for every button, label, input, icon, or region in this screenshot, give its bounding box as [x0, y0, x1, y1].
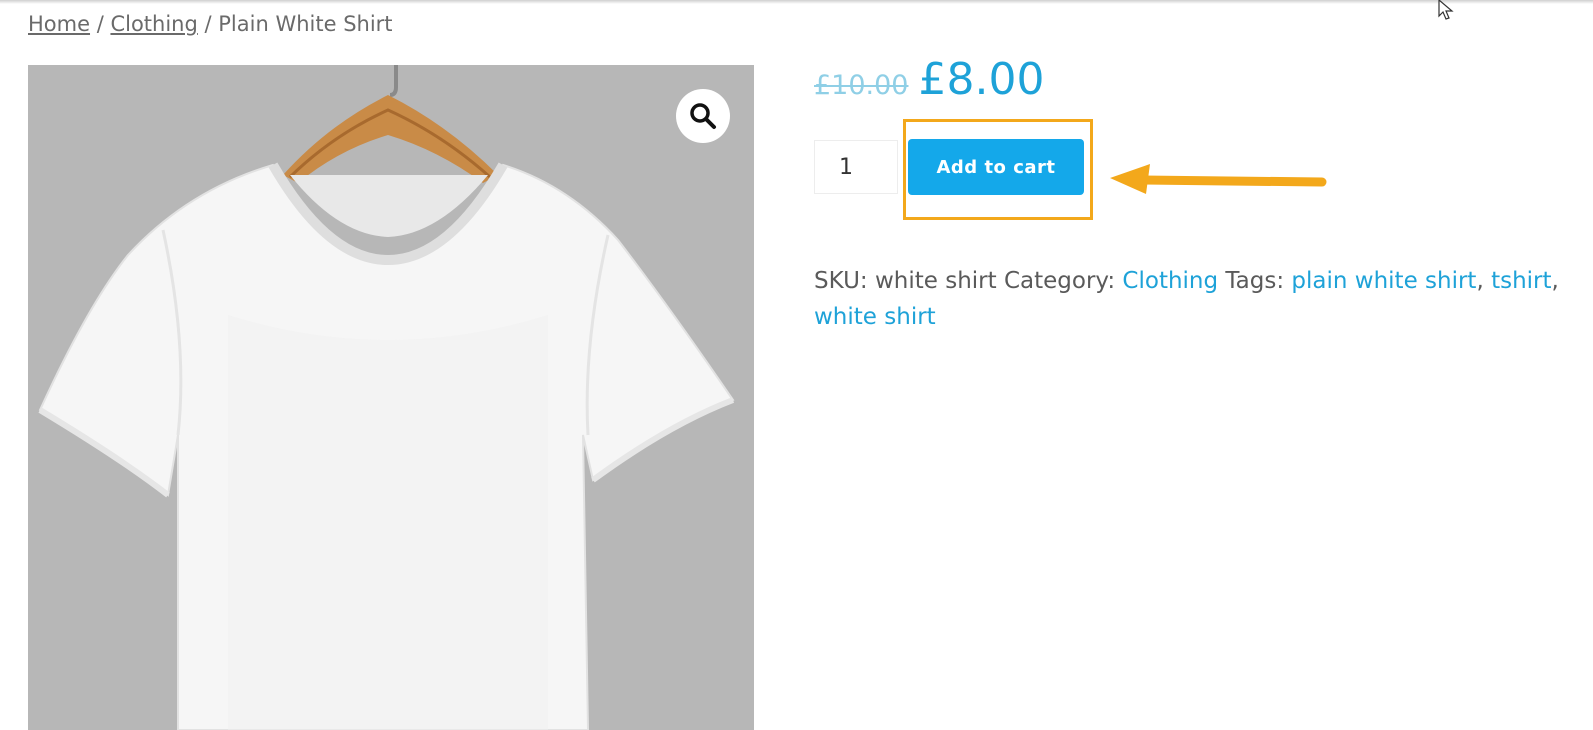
breadcrumb-separator: /: [90, 12, 111, 36]
zoom-button[interactable]: [676, 89, 730, 143]
tshirt-illustration: [28, 65, 754, 730]
add-to-cart-button[interactable]: Add to cart: [908, 139, 1084, 195]
price: £10.00 £8.00: [814, 54, 1044, 105]
sale-price: £8.00: [918, 54, 1045, 105]
original-price: £10.00: [814, 70, 909, 101]
tag-link[interactable]: plain white shirt: [1291, 268, 1476, 294]
tag-separator: ,: [1476, 268, 1492, 294]
breadcrumb-category-link[interactable]: Clothing: [110, 12, 197, 36]
sku-label: SKU:: [814, 268, 875, 294]
tags-label: Tags:: [1218, 268, 1292, 294]
breadcrumb-separator: /: [197, 12, 219, 36]
product-meta: SKU: white shirt Category: Clothing Tags…: [814, 263, 1574, 335]
breadcrumb-current: Plain White Shirt: [218, 12, 393, 36]
tag-link[interactable]: white shirt: [814, 304, 936, 330]
tag-link[interactable]: tshirt: [1491, 268, 1551, 294]
top-divider: [0, 0, 1593, 4]
category-label: Category:: [996, 268, 1123, 294]
mouse-pointer-icon: [1438, 0, 1454, 20]
quantity-input[interactable]: [814, 140, 898, 194]
tag-separator: ,: [1551, 268, 1559, 294]
sku-value: white shirt: [874, 268, 997, 294]
product-image[interactable]: [28, 65, 754, 730]
arrow-left-icon: [1110, 164, 1327, 194]
magnifier-icon: [690, 103, 716, 129]
breadcrumb: Home / Clothing / Plain White Shirt: [28, 12, 393, 36]
breadcrumb-home-link[interactable]: Home: [28, 12, 90, 36]
category-link[interactable]: Clothing: [1122, 268, 1218, 294]
product-page: Home / Clothing / Plain White Shirt £10.…: [0, 0, 1593, 730]
